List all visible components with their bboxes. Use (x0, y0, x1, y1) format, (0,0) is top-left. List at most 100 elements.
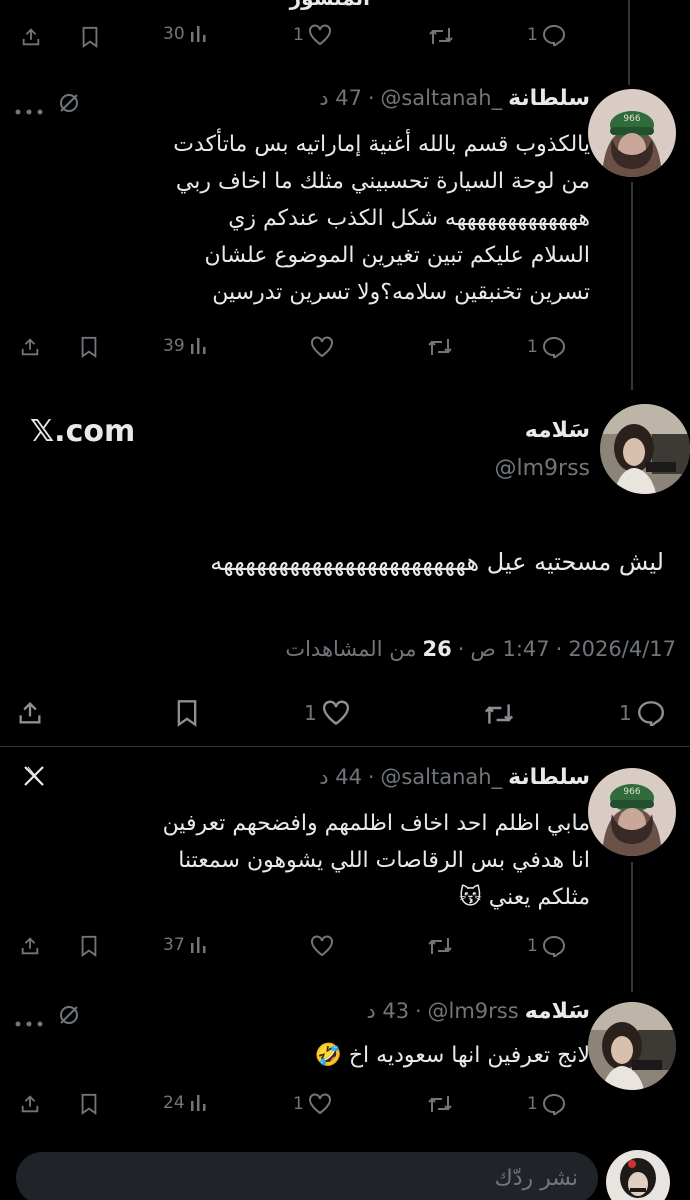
tweet2-line: مابي اظلم احد اخاف اظلمهم وافضحهم تعرفين (162, 811, 590, 836)
tweet1-avatar[interactable]: 966 (588, 89, 676, 177)
main-tweet-like-button[interactable]: 1 (304, 700, 351, 726)
tweet2-views-count: 37 (163, 935, 185, 955)
tweet2-author-handle[interactable]: @saltanah_ (380, 765, 502, 789)
tweet2-avatar[interactable]: 966 (588, 768, 676, 856)
reply-placeholder: نشر ردّك (494, 1165, 578, 1191)
top-views-count: 30 (163, 24, 185, 44)
thread-line-1 (631, 182, 633, 390)
tweet3-reply-count: 1 (527, 1094, 538, 1114)
main-tweet-views-count: 26 (422, 637, 452, 661)
main-tweet-author-name[interactable]: سَلامه (525, 418, 590, 443)
tweet3-author-name[interactable]: سَلامه (525, 999, 590, 1024)
tweet2-views-button[interactable]: 37 (163, 935, 209, 955)
tweet3-mute-icon[interactable] (58, 1004, 80, 1030)
thread-line-top (628, 0, 630, 85)
share-icon (21, 937, 39, 955)
tweet3-more-icon[interactable] (15, 1012, 43, 1031)
dot-separator: · (367, 86, 375, 110)
tweet2-author-name[interactable]: سلطانة (508, 765, 590, 790)
bookmark-icon (81, 336, 97, 358)
main-tweet-author-handle[interactable]: @lm9rss (494, 456, 590, 481)
heart-icon (308, 1093, 331, 1115)
tweet3-bookmark-button[interactable] (79, 1093, 99, 1115)
bookmark-icon (81, 1093, 97, 1115)
tweet3-like-button[interactable]: 1 (293, 1093, 332, 1115)
dot-separator: · (367, 765, 375, 789)
dot-separator: · (555, 637, 563, 661)
top-views[interactable]: 30 (163, 24, 209, 44)
tweet1-reply-button[interactable]: 1 (527, 336, 566, 358)
thread-line-2 (631, 862, 633, 992)
views-icon (190, 338, 206, 354)
top-reply[interactable]: 1 (527, 24, 566, 46)
tweet3-author-handle[interactable]: @lm9rss (428, 999, 519, 1023)
main-tweet-date[interactable]: 2026/4/17 (568, 637, 676, 661)
main-tweet-time[interactable]: 1:47 ص (470, 637, 549, 661)
tweet2-retweet-button[interactable] (427, 936, 453, 956)
tweet2-line: مثلكم يعني 😽 (458, 885, 590, 910)
tweet1-line: هههههههههههههه شكل الكذب عندكم زي (228, 206, 590, 231)
tweet3-header: سَلامه @lm9rss · 43 د (366, 999, 590, 1024)
bookmark-icon (81, 935, 97, 957)
main-tweet-share-button[interactable] (16, 699, 44, 727)
tweet2-reply-button[interactable]: 1 (527, 935, 566, 957)
tweet3-time[interactable]: 43 د (366, 999, 409, 1023)
top-bookmark-icon[interactable] (80, 26, 100, 48)
svg-text:966: 966 (623, 787, 640, 797)
top-more-icon[interactable] (650, 0, 670, 2)
reply-icon (637, 701, 664, 726)
tweet1-views-button[interactable]: 39 (163, 336, 209, 356)
tweet1-author-name[interactable]: سلطانة (508, 86, 590, 111)
top-partial-cut-text: المنشور (290, 0, 370, 10)
tweet1-line: السلام عليكم تبين تغيرين الموضوع علشان (204, 243, 591, 268)
retweet-icon (429, 28, 453, 44)
main-tweet-bookmark-button[interactable] (174, 699, 200, 727)
tweet3-reply-button[interactable]: 1 (527, 1093, 566, 1115)
tweet1-retweet-button[interactable] (427, 337, 453, 357)
reply-input[interactable]: نشر ردّك (16, 1152, 598, 1200)
dot-separator: · (415, 999, 422, 1023)
tweet3-avatar[interactable] (588, 1002, 676, 1090)
reply-icon (542, 336, 565, 358)
tweet3-retweet-button[interactable] (427, 1094, 453, 1114)
tweet2-share-button[interactable] (19, 935, 41, 957)
top-reply-count: 1 (527, 25, 538, 45)
main-tweet-reply-button[interactable]: 1 (619, 700, 666, 726)
tweet1-mute-icon[interactable] (58, 92, 80, 118)
main-tweet-retweet-button[interactable] (483, 702, 515, 726)
tweet3-views-button[interactable]: 24 (163, 1093, 209, 1113)
tweet1-header: سلطانة @saltanah_ · 47 د (319, 86, 590, 111)
main-tweet-like-count: 1 (304, 701, 317, 725)
svg-text:966: 966 (623, 114, 640, 124)
main-tweet-avatar[interactable] (600, 404, 690, 494)
tweet1-more-icon[interactable] (15, 100, 43, 119)
tweet1-bookmark-button[interactable] (79, 336, 99, 358)
tweet1-body: يالكذوب قسم بالله أغنية إماراتيه بس ماتأ… (20, 126, 590, 311)
tweet1-share-button[interactable] (19, 336, 41, 358)
main-tweet-body: ليش مسحتيه عيل هههههههههههههههههههههههه (210, 548, 664, 576)
reply-composer: نشر ردّك (0, 1140, 690, 1200)
main-tweet-views-label: من المشاهدات (285, 637, 417, 661)
reply-avatar[interactable] (606, 1150, 670, 1200)
heart-icon (308, 24, 331, 46)
tweet3-share-button[interactable] (19, 1093, 41, 1115)
top-share-icon[interactable] (20, 26, 42, 48)
tweet2-like-button[interactable] (310, 935, 334, 957)
views-icon (190, 1095, 206, 1111)
retweet-icon (484, 704, 514, 724)
tweet1-author-handle[interactable]: @saltanah_ (380, 86, 502, 110)
top-like[interactable]: 1 (293, 24, 332, 46)
tweet3-views-count: 24 (163, 1093, 185, 1113)
tweet1-line: تسرين تخنبقين سلامه؟ولا تسرين تدرسين (212, 280, 590, 305)
tweet2-bookmark-button[interactable] (79, 935, 99, 957)
top-retweet[interactable] (428, 26, 454, 46)
tweet1-line: يالكذوب قسم بالله أغنية إماراتيه بس ماتأ… (173, 132, 590, 157)
share-icon (21, 338, 39, 356)
tweet2-time[interactable]: 44 د (319, 765, 362, 789)
tweet1-time[interactable]: 47 د (319, 86, 362, 110)
dot-separator: · (457, 637, 465, 661)
main-tweet-meta: 2026/4/17 · 1:47 ص · 26 من المشاهدات (285, 637, 676, 661)
bookmark-icon (177, 700, 197, 727)
tweet1-like-button[interactable] (310, 336, 334, 358)
heart-icon (322, 700, 349, 726)
